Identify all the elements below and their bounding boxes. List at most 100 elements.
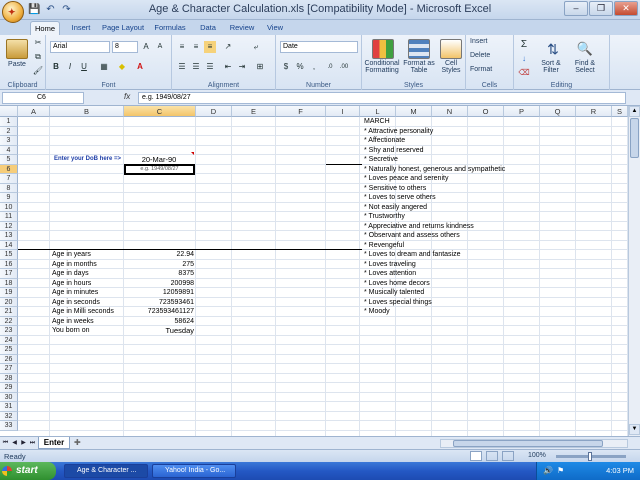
age-value[interactable]: 723593461127	[124, 307, 194, 317]
row-header-31[interactable]: 31	[0, 402, 18, 412]
tab-review[interactable]: Review	[226, 21, 258, 35]
row-header-4[interactable]: 4	[0, 145, 18, 155]
office-button[interactable]: ✦	[2, 1, 24, 23]
column-header-s[interactable]: S	[612, 106, 628, 117]
row-header-19[interactable]: 19	[0, 288, 18, 298]
number-format-select[interactable]: Date	[280, 41, 358, 53]
copy-icon[interactable]: ⧉	[32, 51, 44, 63]
row-header-7[interactable]: 7	[0, 174, 18, 184]
clear-icon[interactable]: ⌫	[518, 67, 530, 79]
format-table-button[interactable]: Format as Table	[402, 60, 436, 74]
hscroll-thumb[interactable]	[453, 440, 603, 447]
column-header-q[interactable]: Q	[540, 106, 576, 117]
trait-item[interactable]: * Loves to serve others	[364, 193, 436, 203]
network-icon[interactable]: ⚑	[557, 466, 564, 475]
row-header-21[interactable]: 21	[0, 307, 18, 317]
page-layout-view-icon[interactable]	[486, 451, 498, 461]
trait-item[interactable]: * Observant and assess others	[364, 231, 460, 241]
age-value[interactable]: 8375	[124, 269, 194, 279]
trait-item[interactable]: * Moody	[364, 307, 390, 317]
row-header-1[interactable]: 1	[0, 117, 18, 127]
column-header-m[interactable]: M	[396, 106, 432, 117]
age-value[interactable]: 275	[124, 260, 194, 270]
row-header-26[interactable]: 26	[0, 354, 18, 364]
row-header-15[interactable]: 15	[0, 250, 18, 260]
trait-item[interactable]: * Appreciative and returns kindness	[364, 222, 474, 232]
age-value[interactable]: 723593461	[124, 298, 194, 308]
italic-button[interactable]: I	[64, 61, 76, 73]
paste-button-label[interactable]: Paste	[0, 61, 34, 68]
age-value[interactable]: 12059891	[124, 288, 194, 298]
trait-item[interactable]: * Affectionate	[364, 136, 405, 146]
row-header-27[interactable]: 27	[0, 364, 18, 374]
row-header-30[interactable]: 30	[0, 392, 18, 402]
insert-function-icon[interactable]: fx	[124, 92, 138, 104]
row-header-5[interactable]: 5	[0, 155, 18, 165]
task-excel[interactable]: Age & Character ...	[64, 464, 148, 478]
prev-sheet-icon[interactable]: ◀	[10, 438, 19, 448]
row-header-33[interactable]: 33	[0, 421, 18, 431]
increase-decimal-icon[interactable]: .0	[324, 61, 336, 73]
zoom-level[interactable]: 100%	[528, 452, 546, 459]
font-name-select[interactable]: Arial	[50, 41, 110, 53]
select-all-corner[interactable]	[0, 106, 18, 117]
task-browser[interactable]: Yahoo! India - Go...	[152, 464, 236, 478]
row-header-29[interactable]: 29	[0, 383, 18, 393]
format-table-icon[interactable]	[408, 39, 430, 59]
conditional-formatting-button[interactable]: Conditional Formatting	[362, 60, 402, 74]
row-header-32[interactable]: 32	[0, 411, 18, 421]
shrink-font-icon[interactable]: A	[154, 41, 166, 53]
horizontal-scrollbar[interactable]	[440, 439, 628, 448]
font-color-icon[interactable]: A	[134, 61, 146, 73]
autosum-icon[interactable]: Σ	[518, 39, 530, 51]
trait-item[interactable]: * Loves traveling	[364, 260, 416, 270]
tab-formulas[interactable]: Formulas	[150, 21, 190, 35]
trait-item[interactable]: * Revengeful	[364, 241, 404, 251]
delete-cells-button[interactable]: Delete	[470, 52, 490, 59]
trait-item[interactable]: * Not easily angered	[364, 203, 427, 213]
cut-icon[interactable]: ✂	[32, 37, 44, 49]
grow-font-icon[interactable]: A	[140, 41, 152, 53]
tab-home[interactable]: Home	[30, 21, 60, 35]
trait-item[interactable]: * Loves to dream and fantasize	[364, 250, 461, 260]
find-select-button[interactable]: Find & Select	[568, 60, 602, 74]
find-select-icon[interactable]: 🔍	[574, 39, 596, 59]
row-header-6[interactable]: 6	[0, 164, 18, 174]
column-header-c[interactable]: C	[124, 106, 196, 117]
sheet-tab-enter[interactable]: Enter	[38, 437, 70, 449]
bold-button[interactable]: B	[50, 61, 62, 73]
row-header-10[interactable]: 10	[0, 202, 18, 212]
percent-button[interactable]: %	[294, 61, 306, 73]
merge-center-icon[interactable]: ⊞	[254, 61, 266, 73]
trait-item[interactable]: * Loves special things	[364, 298, 432, 308]
age-value[interactable]: 200998	[124, 279, 194, 289]
row-header-12[interactable]: 12	[0, 221, 18, 231]
orientation-icon[interactable]: ↗	[222, 41, 234, 53]
vertical-scrollbar[interactable]: ▲ ▼	[628, 106, 640, 436]
column-header-e[interactable]: E	[232, 106, 276, 117]
trait-item[interactable]: * Naturally honest, generous and sympath…	[364, 165, 505, 175]
align-right-icon[interactable]: ☰	[204, 61, 216, 73]
trait-item[interactable]: * Trustworthy	[364, 212, 405, 222]
trait-item[interactable]: * Loves attention	[364, 269, 416, 279]
paste-icon[interactable]	[6, 39, 28, 59]
normal-view-icon[interactable]	[470, 451, 482, 461]
column-header-f[interactable]: F	[276, 106, 326, 117]
age-value[interactable]: Tuesday	[124, 326, 195, 336]
font-size-select[interactable]: 8	[112, 41, 138, 53]
tab-insert[interactable]: Insert	[66, 21, 96, 35]
row-header-23[interactable]: 23	[0, 326, 18, 336]
next-sheet-icon[interactable]: ▶	[19, 438, 28, 448]
last-sheet-icon[interactable]: ⏭	[28, 438, 37, 448]
name-box[interactable]: C6	[2, 92, 84, 104]
row-header-8[interactable]: 8	[0, 183, 18, 193]
minimize-button[interactable]: –	[564, 1, 588, 16]
row-header-24[interactable]: 24	[0, 335, 18, 345]
row-header-17[interactable]: 17	[0, 269, 18, 279]
align-middle-icon[interactable]: ≡	[190, 41, 202, 53]
cell-styles-icon[interactable]	[440, 39, 462, 59]
row-header-20[interactable]: 20	[0, 297, 18, 307]
insert-cells-button[interactable]: Insert	[470, 38, 488, 45]
fill-icon[interactable]: ↓	[518, 53, 530, 65]
trait-item[interactable]: * Loves home decors	[364, 279, 430, 289]
